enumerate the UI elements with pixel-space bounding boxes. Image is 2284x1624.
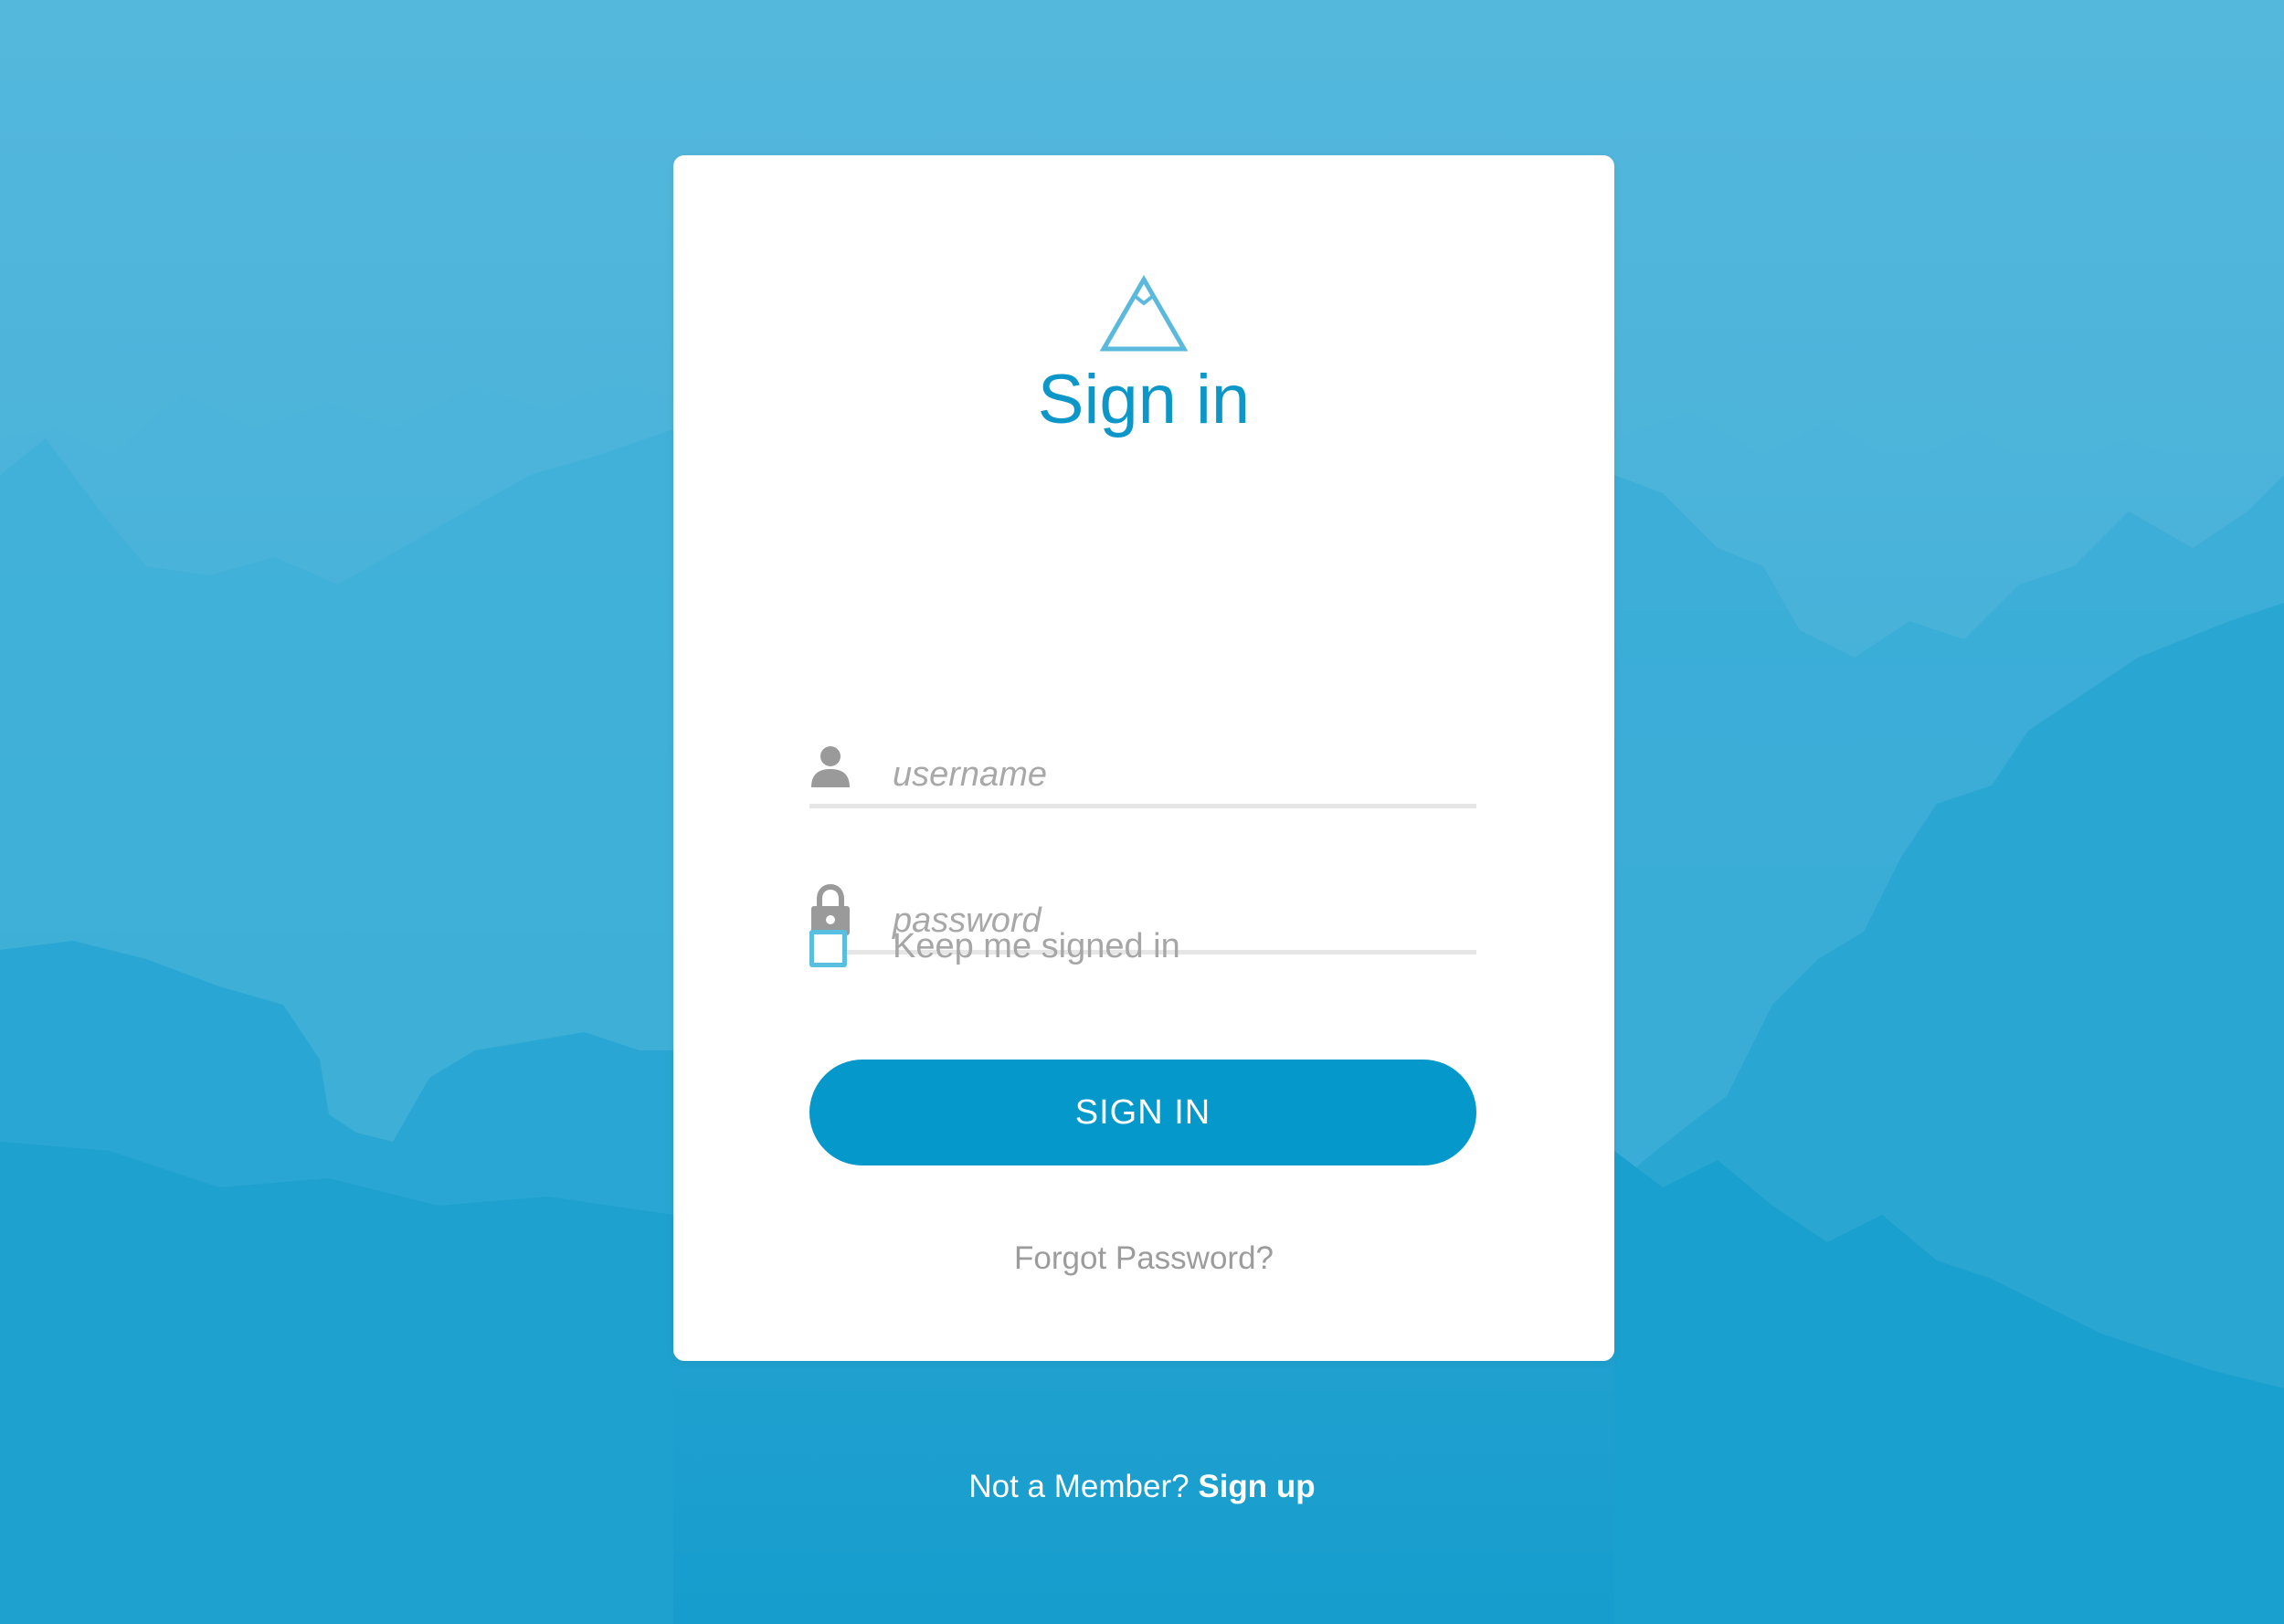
signup-link[interactable]: Sign up xyxy=(1198,1469,1315,1504)
user-icon xyxy=(811,746,850,787)
username-input[interactable]: username xyxy=(893,755,1047,795)
signup-prompt-text: Not a Member? xyxy=(968,1469,1190,1504)
page-title: Sign in xyxy=(1037,361,1251,438)
keep-signed-in-label[interactable]: Keep me signed in xyxy=(893,927,1180,966)
mountain-triangle-icon xyxy=(1099,275,1189,352)
lock-icon xyxy=(811,883,850,935)
signin-button[interactable]: SIGN IN xyxy=(809,1060,1476,1165)
signup-prompt: Not a Member? Sign up xyxy=(0,1469,2284,1505)
username-field[interactable]: username xyxy=(809,722,1476,808)
forgot-password-link[interactable]: Forgot Password? xyxy=(673,1240,1614,1277)
keep-signed-in-checkbox[interactable] xyxy=(809,930,847,967)
signin-card: Sign in username password Keep me signed… xyxy=(673,155,1614,1361)
login-page: Sign in username password Keep me signed… xyxy=(0,0,2284,1624)
